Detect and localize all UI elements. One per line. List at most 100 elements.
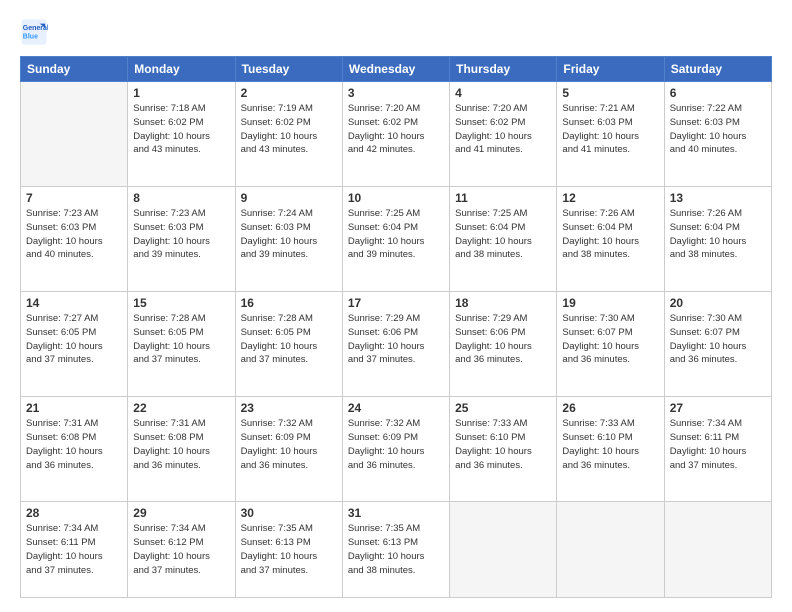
week-row-3: 14 Sunrise: 7:27 AMSunset: 6:05 PMDayligh…	[21, 292, 772, 397]
calendar-cell: 10Sunrise: 7:25 AMSunset: 6:04 PMDayligh…	[342, 187, 449, 292]
day-info: Sunrise: 7:28 AMSunset: 6:05 PMDaylight:…	[241, 312, 337, 367]
day-info: Sunrise: 7:30 AMSunset: 6:07 PMDaylight:…	[562, 312, 658, 367]
calendar-cell: 18 Sunrise: 7:29 AMSunset: 6:06 PMDayligh…	[450, 292, 557, 397]
calendar-cell: 17 Sunrise: 7:29 AMSunset: 6:06 PMDayligh…	[342, 292, 449, 397]
day-number: 15	[133, 296, 229, 310]
day-info: Sunrise: 7:35 AMSunset: 6:13 PMDaylight:…	[241, 522, 337, 577]
day-info: Sunrise: 7:22 AMSunset: 6:03 PMDaylight:…	[670, 102, 766, 157]
day-info: Sunrise: 7:29 AMSunset: 6:06 PMDaylight:…	[455, 312, 551, 367]
day-number: 9	[241, 191, 337, 205]
day-info: Sunrise: 7:25 AMSunset: 6:04 PMDaylight:…	[348, 207, 444, 262]
calendar-cell: 4 Sunrise: 7:20 AMSunset: 6:02 PMDaylight…	[450, 82, 557, 187]
calendar-cell: 6Sunrise: 7:22 AMSunset: 6:03 PMDaylight…	[664, 82, 771, 187]
day-info: Sunrise: 7:25 AMSunset: 6:04 PMDaylight:…	[455, 207, 551, 262]
weekday-header-tuesday: Tuesday	[235, 57, 342, 82]
day-info: Sunrise: 7:23 AMSunset: 6:03 PMDaylight:…	[26, 207, 122, 262]
calendar-cell: 14 Sunrise: 7:27 AMSunset: 6:05 PMDayligh…	[21, 292, 128, 397]
day-info: Sunrise: 7:29 AMSunset: 6:06 PMDaylight:…	[348, 312, 444, 367]
day-number: 12	[562, 191, 658, 205]
day-number: 22	[133, 401, 229, 415]
calendar-cell: 8 Sunrise: 7:23 AMSunset: 6:03 PMDaylight…	[128, 187, 235, 292]
day-info: Sunrise: 7:32 AMSunset: 6:09 PMDaylight:…	[241, 417, 337, 472]
calendar-cell: 2 Sunrise: 7:19 AMSunset: 6:02 PMDaylight…	[235, 82, 342, 187]
day-info: Sunrise: 7:34 AMSunset: 6:12 PMDaylight:…	[133, 522, 229, 577]
day-info: Sunrise: 7:27 AMSunset: 6:05 PMDaylight:…	[26, 312, 122, 367]
calendar-cell: 25 Sunrise: 7:33 AMSunset: 6:10 PMDayligh…	[450, 397, 557, 502]
day-number: 20	[670, 296, 766, 310]
day-number: 17	[348, 296, 444, 310]
day-number: 16	[241, 296, 337, 310]
calendar-cell: 3 Sunrise: 7:20 AMSunset: 6:02 PMDaylight…	[342, 82, 449, 187]
weekday-header-sunday: Sunday	[21, 57, 128, 82]
day-number: 21	[26, 401, 122, 415]
calendar-cell: 19 Sunrise: 7:30 AMSunset: 6:07 PMDayligh…	[557, 292, 664, 397]
day-number: 5	[562, 86, 658, 100]
calendar-cell: 24 Sunrise: 7:32 AMSunset: 6:09 PMDayligh…	[342, 397, 449, 502]
day-number: 13	[670, 191, 766, 205]
calendar-cell: 21 Sunrise: 7:31 AMSunset: 6:08 PMDayligh…	[21, 397, 128, 502]
calendar-cell: 15 Sunrise: 7:28 AMSunset: 6:05 PMDayligh…	[128, 292, 235, 397]
calendar-cell: 22 Sunrise: 7:31 AMSunset: 6:08 PMDayligh…	[128, 397, 235, 502]
header: General Blue	[20, 18, 772, 46]
calendar-cell: 13 Sunrise: 7:26 AMSunset: 6:04 PMDayligh…	[664, 187, 771, 292]
week-row-1: 1 Sunrise: 7:18 AMSunset: 6:02 PMDaylight…	[21, 82, 772, 187]
week-row-5: 28 Sunrise: 7:34 AMSunset: 6:11 PMDayligh…	[21, 502, 772, 598]
page: General Blue SundayMondayTuesdayWednesda…	[0, 0, 792, 612]
weekday-header-saturday: Saturday	[664, 57, 771, 82]
day-info: Sunrise: 7:31 AMSunset: 6:08 PMDaylight:…	[133, 417, 229, 472]
calendar-cell: 1 Sunrise: 7:18 AMSunset: 6:02 PMDaylight…	[128, 82, 235, 187]
day-info: Sunrise: 7:18 AMSunset: 6:02 PMDaylight:…	[133, 102, 229, 157]
calendar-cell	[557, 502, 664, 598]
day-info: Sunrise: 7:28 AMSunset: 6:05 PMDaylight:…	[133, 312, 229, 367]
day-number: 1	[133, 86, 229, 100]
day-number: 19	[562, 296, 658, 310]
calendar-cell: 9Sunrise: 7:24 AMSunset: 6:03 PMDaylight…	[235, 187, 342, 292]
day-info: Sunrise: 7:35 AMSunset: 6:13 PMDaylight:…	[348, 522, 444, 577]
day-info: Sunrise: 7:34 AMSunset: 6:11 PMDaylight:…	[670, 417, 766, 472]
day-number: 24	[348, 401, 444, 415]
calendar-cell	[450, 502, 557, 598]
weekday-header-row: SundayMondayTuesdayWednesdayThursdayFrid…	[21, 57, 772, 82]
day-number: 3	[348, 86, 444, 100]
day-info: Sunrise: 7:34 AMSunset: 6:11 PMDaylight:…	[26, 522, 122, 577]
weekday-header-thursday: Thursday	[450, 57, 557, 82]
day-number: 27	[670, 401, 766, 415]
day-info: Sunrise: 7:23 AMSunset: 6:03 PMDaylight:…	[133, 207, 229, 262]
weekday-header-wednesday: Wednesday	[342, 57, 449, 82]
day-info: Sunrise: 7:31 AMSunset: 6:08 PMDaylight:…	[26, 417, 122, 472]
calendar-cell: 20Sunrise: 7:30 AMSunset: 6:07 PMDayligh…	[664, 292, 771, 397]
calendar-cell: 29 Sunrise: 7:34 AMSunset: 6:12 PMDayligh…	[128, 502, 235, 598]
day-info: Sunrise: 7:32 AMSunset: 6:09 PMDaylight:…	[348, 417, 444, 472]
calendar-cell: 26Sunrise: 7:33 AMSunset: 6:10 PMDayligh…	[557, 397, 664, 502]
weekday-header-friday: Friday	[557, 57, 664, 82]
day-info: Sunrise: 7:33 AMSunset: 6:10 PMDaylight:…	[562, 417, 658, 472]
weekday-header-monday: Monday	[128, 57, 235, 82]
day-number: 29	[133, 506, 229, 520]
day-number: 8	[133, 191, 229, 205]
day-number: 4	[455, 86, 551, 100]
calendar-cell: 27 Sunrise: 7:34 AMSunset: 6:11 PMDayligh…	[664, 397, 771, 502]
day-number: 25	[455, 401, 551, 415]
calendar-cell: 7Sunrise: 7:23 AMSunset: 6:03 PMDaylight…	[21, 187, 128, 292]
week-row-4: 21 Sunrise: 7:31 AMSunset: 6:08 PMDayligh…	[21, 397, 772, 502]
day-number: 2	[241, 86, 337, 100]
day-number: 18	[455, 296, 551, 310]
day-number: 28	[26, 506, 122, 520]
day-number: 11	[455, 191, 551, 205]
day-info: Sunrise: 7:19 AMSunset: 6:02 PMDaylight:…	[241, 102, 337, 157]
day-info: Sunrise: 7:33 AMSunset: 6:10 PMDaylight:…	[455, 417, 551, 472]
day-number: 30	[241, 506, 337, 520]
calendar-cell: 23Sunrise: 7:32 AMSunset: 6:09 PMDayligh…	[235, 397, 342, 502]
calendar-cell: 31Sunrise: 7:35 AMSunset: 6:13 PMDayligh…	[342, 502, 449, 598]
day-number: 14	[26, 296, 122, 310]
svg-text:Blue: Blue	[23, 33, 38, 40]
day-info: Sunrise: 7:20 AMSunset: 6:02 PMDaylight:…	[348, 102, 444, 157]
day-info: Sunrise: 7:20 AMSunset: 6:02 PMDaylight:…	[455, 102, 551, 157]
calendar-cell: 16 Sunrise: 7:28 AMSunset: 6:05 PMDayligh…	[235, 292, 342, 397]
week-row-2: 7Sunrise: 7:23 AMSunset: 6:03 PMDaylight…	[21, 187, 772, 292]
calendar-table: SundayMondayTuesdayWednesdayThursdayFrid…	[20, 56, 772, 598]
calendar-cell: 11 Sunrise: 7:25 AMSunset: 6:04 PMDayligh…	[450, 187, 557, 292]
day-info: Sunrise: 7:21 AMSunset: 6:03 PMDaylight:…	[562, 102, 658, 157]
day-info: Sunrise: 7:26 AMSunset: 6:04 PMDaylight:…	[670, 207, 766, 262]
calendar-cell	[664, 502, 771, 598]
